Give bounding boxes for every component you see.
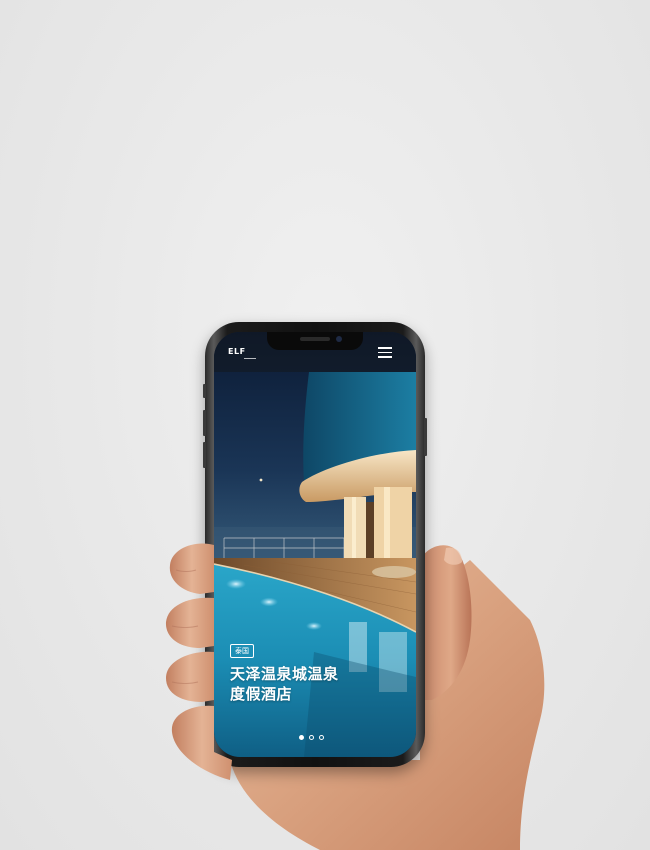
hotel-title-line-1: 天泽温泉城温泉 [230, 665, 339, 683]
carousel-dot-2[interactable] [309, 735, 314, 740]
carousel-dot-1[interactable] [299, 735, 304, 740]
smartphone: ELF 泰国 天泽温泉城温泉 度假酒店 [203, 322, 427, 767]
brand-logo-underline [244, 358, 256, 359]
hotel-title-line-2: 度假酒店 [230, 685, 293, 703]
earpiece-speaker [300, 337, 330, 341]
power-button [424, 418, 427, 456]
front-camera [336, 336, 342, 342]
location-tag[interactable]: 泰国 [230, 644, 254, 658]
volume-down-button [203, 442, 206, 468]
phone-screen: ELF 泰国 天泽温泉城温泉 度假酒店 [214, 332, 416, 757]
hotel-title[interactable]: 天泽温泉城温泉 度假酒店 [230, 664, 370, 704]
carousel-dot-3[interactable] [319, 735, 324, 740]
phone-notch [267, 332, 363, 350]
brand-logo[interactable]: ELF [228, 348, 246, 356]
mute-switch [203, 384, 206, 398]
hamburger-menu-icon[interactable] [378, 345, 394, 359]
volume-up-button [203, 410, 206, 436]
